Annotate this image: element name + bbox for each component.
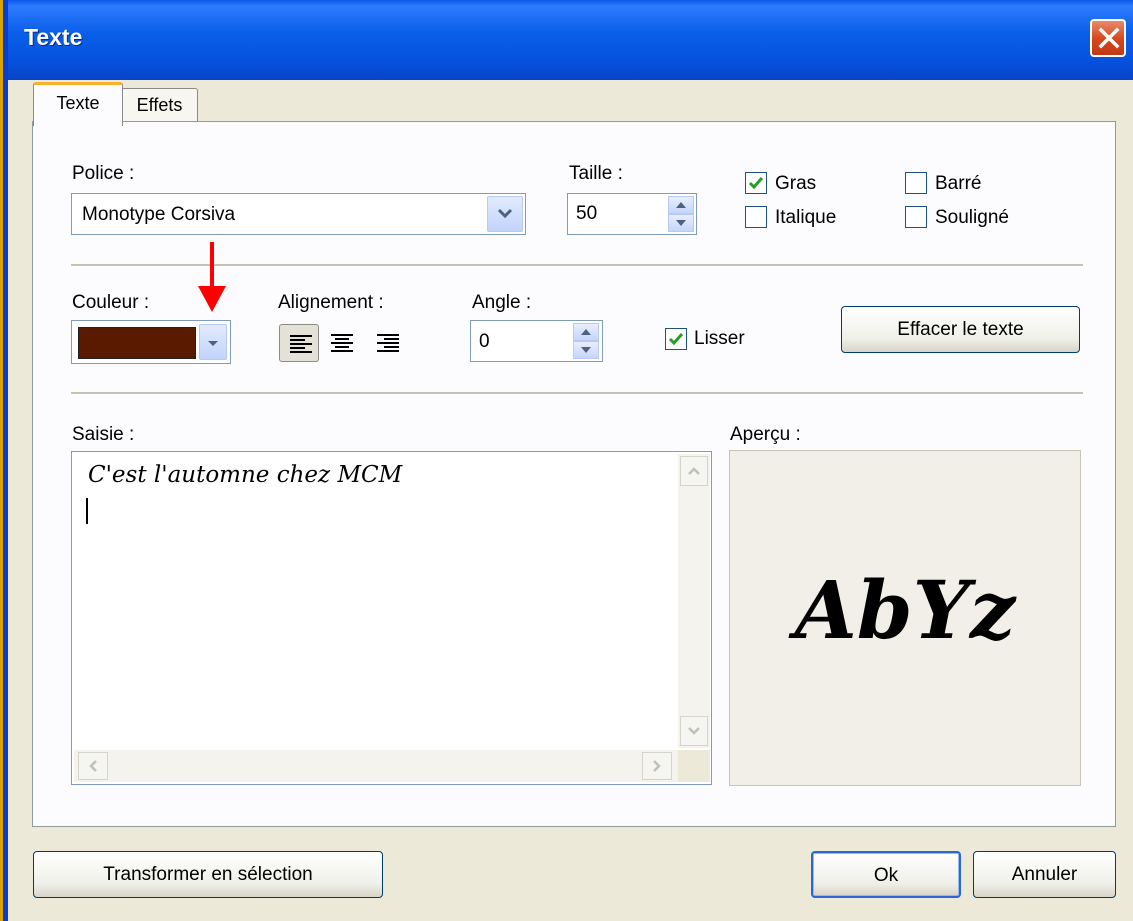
gras-checkbox[interactable] bbox=[745, 172, 767, 194]
arrow-up-icon bbox=[676, 202, 686, 208]
scrollbar-corner bbox=[678, 750, 710, 782]
text-cursor bbox=[86, 498, 88, 524]
barre-label: Barré bbox=[935, 173, 982, 194]
police-value: Monotype Corsiva bbox=[82, 204, 236, 225]
arrow-down-icon bbox=[676, 220, 686, 226]
angle-up-button[interactable] bbox=[573, 323, 599, 341]
arrow-down-icon bbox=[581, 347, 591, 353]
couleur-label: Couleur : bbox=[72, 292, 150, 313]
apercu-preview: AbYz bbox=[729, 450, 1081, 786]
separator bbox=[71, 392, 1083, 395]
align-center-button[interactable] bbox=[321, 324, 361, 362]
couleur-picker[interactable] bbox=[71, 320, 231, 364]
police-select[interactable]: Monotype Corsiva bbox=[71, 193, 526, 235]
apercu-label: Aperçu : bbox=[730, 424, 801, 445]
chevron-up-icon bbox=[688, 467, 700, 475]
align-right-icon bbox=[377, 334, 399, 352]
chevron-down-icon bbox=[688, 727, 700, 735]
arrow-up-icon bbox=[581, 329, 591, 335]
saisie-textarea[interactable]: C'est l'automne chez MCM bbox=[71, 451, 712, 785]
align-left-button[interactable] bbox=[279, 324, 319, 362]
chevron-left-icon bbox=[89, 760, 97, 772]
checkmark-icon bbox=[668, 333, 684, 346]
red-arrow-icon bbox=[198, 242, 226, 312]
lisser-checkbox[interactable] bbox=[665, 328, 687, 350]
apercu-sample-text: AbYz bbox=[794, 563, 1016, 657]
align-right-button[interactable] bbox=[367, 324, 407, 362]
barre-checkbox[interactable] bbox=[905, 172, 927, 194]
angle-value: 0 bbox=[479, 331, 490, 352]
effacer-texte-button[interactable]: Effacer le texte bbox=[841, 306, 1080, 353]
color-swatch bbox=[78, 327, 196, 359]
taille-down-button[interactable] bbox=[668, 214, 694, 232]
police-dropdown-button[interactable] bbox=[487, 196, 523, 232]
chevron-right-icon bbox=[653, 760, 661, 772]
vertical-scrollbar[interactable] bbox=[678, 454, 710, 748]
police-label: Police : bbox=[72, 163, 135, 184]
horizontal-scrollbar[interactable] bbox=[74, 750, 678, 782]
souligne-label: Souligné bbox=[935, 207, 1009, 228]
taille-up-button[interactable] bbox=[668, 196, 694, 214]
souligne-checkbox[interactable] bbox=[905, 206, 927, 228]
angle-label: Angle : bbox=[472, 292, 532, 313]
saisie-text: C'est l'automne chez MCM bbox=[88, 462, 403, 488]
taille-stepper[interactable]: 50 bbox=[567, 193, 697, 235]
scroll-up-button[interactable] bbox=[680, 456, 708, 486]
transformer-selection-button[interactable]: Transformer en sélection bbox=[33, 851, 383, 898]
italique-checkbox[interactable] bbox=[745, 206, 767, 228]
scroll-left-button[interactable] bbox=[78, 752, 108, 780]
angle-down-button[interactable] bbox=[573, 341, 599, 359]
lisser-label: Lisser bbox=[694, 328, 745, 349]
taille-label: Taille : bbox=[569, 163, 623, 184]
italique-label: Italique bbox=[775, 207, 837, 228]
ok-button[interactable]: Ok bbox=[811, 851, 961, 898]
align-center-icon bbox=[331, 334, 353, 352]
gras-label: Gras bbox=[775, 173, 817, 194]
chevron-down-icon bbox=[208, 341, 218, 346]
angle-stepper[interactable]: 0 bbox=[470, 320, 603, 362]
couleur-dropdown-button[interactable] bbox=[199, 324, 227, 360]
scroll-right-button[interactable] bbox=[642, 752, 672, 780]
chevron-down-icon bbox=[497, 208, 513, 219]
taille-value: 50 bbox=[576, 203, 598, 224]
align-left-icon bbox=[290, 335, 312, 353]
saisie-label: Saisie : bbox=[72, 424, 135, 445]
checkmark-icon bbox=[748, 177, 764, 190]
alignement-label: Alignement : bbox=[278, 292, 384, 313]
scroll-down-button[interactable] bbox=[680, 716, 708, 746]
annuler-button[interactable]: Annuler bbox=[973, 851, 1116, 898]
